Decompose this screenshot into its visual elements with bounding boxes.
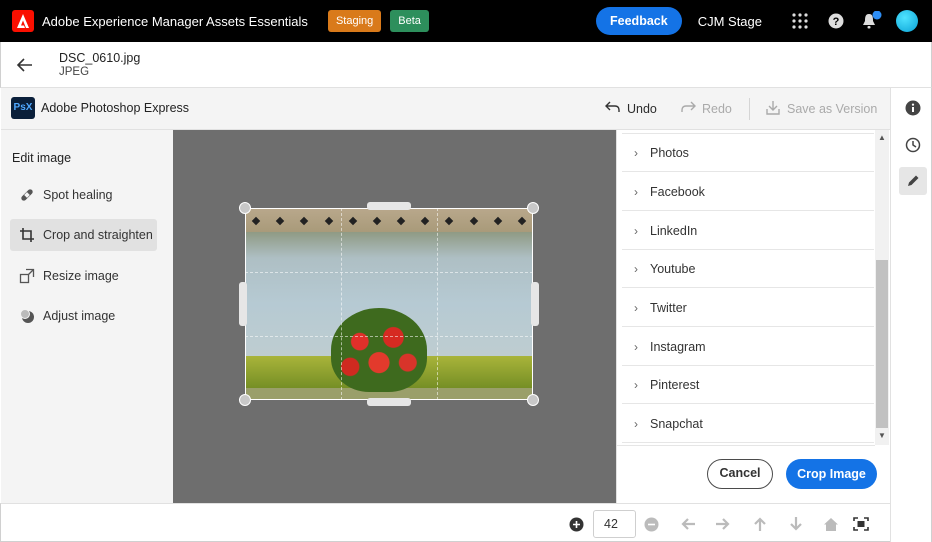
top-bar: Adobe Experience Manager Assets Essentia…: [0, 0, 932, 42]
canvas-controls: 42: [0, 503, 890, 542]
crop-image-button[interactable]: Crop Image: [786, 459, 877, 489]
preset-twitter[interactable]: › Twitter: [622, 289, 874, 327]
crop-handle-bottom-left[interactable]: [239, 394, 251, 406]
crop-area[interactable]: [239, 202, 539, 406]
preset-pinterest[interactable]: › Pinterest: [622, 366, 874, 404]
app-title: Adobe Experience Manager Assets Essentia…: [42, 13, 308, 29]
chevron-right-icon: ›: [634, 261, 638, 276]
editor-toolbar: PsX Adobe Photoshop Express Undo Redo Sa…: [1, 88, 890, 130]
help-icon[interactable]: ?: [818, 0, 854, 42]
app-grid-icon[interactable]: [782, 0, 818, 42]
arrow-down-icon[interactable]: [787, 515, 805, 533]
psx-logo-icon: PsX: [11, 97, 35, 119]
arrow-right-icon[interactable]: [714, 515, 732, 533]
cancel-button[interactable]: Cancel: [707, 459, 773, 489]
bandage-icon: [18, 186, 36, 204]
editor-title: Adobe Photoshop Express: [41, 101, 190, 115]
crop-handle-top-right[interactable]: [527, 202, 539, 214]
svg-text:?: ?: [833, 16, 840, 28]
scroll-up-icon[interactable]: ▲: [875, 132, 889, 144]
file-header: DSC_0610.jpg JPEG: [0, 42, 932, 88]
fit-screen-icon[interactable]: [852, 515, 870, 533]
file-name: DSC_0610.jpg: [59, 51, 141, 65]
chevron-right-icon: ›: [634, 223, 638, 238]
zoom-in-icon[interactable]: [567, 515, 585, 533]
scroll-thumb[interactable]: [876, 260, 888, 428]
crop-border: [245, 208, 533, 400]
chevron-right-icon: ›: [634, 145, 638, 160]
crop-presets-panel: › Photos › Facebook › LinkedIn › Youtube › Tw…: [616, 130, 890, 503]
crop-handle-top-left[interactable]: [239, 202, 251, 214]
info-icon[interactable]: [899, 94, 927, 122]
divider: [617, 445, 875, 446]
preset-photos[interactable]: › Photos: [622, 134, 874, 172]
undo-button[interactable]: Undo: [605, 100, 657, 117]
crop-handle-right[interactable]: [531, 282, 539, 326]
crop-handle-bottom-right[interactable]: [527, 394, 539, 406]
history-icon[interactable]: [899, 131, 927, 159]
chevron-right-icon: ›: [634, 416, 638, 431]
right-rail: [890, 88, 932, 542]
adjust-icon: [18, 307, 36, 325]
toolbar-divider: [749, 98, 750, 120]
staging-badge: Staging: [327, 10, 382, 32]
crop-and-straighten-item[interactable]: Crop and straighten: [10, 219, 157, 251]
avatar[interactable]: [896, 10, 918, 32]
chevron-right-icon: ›: [634, 339, 638, 354]
panel-title: Edit image: [12, 151, 72, 165]
edit-icon[interactable]: [899, 167, 927, 195]
redo-icon: [680, 100, 696, 117]
edit-image-panel: Edit image Spot healing Crop and straigh…: [1, 130, 173, 503]
feedback-button[interactable]: Feedback: [596, 7, 682, 35]
save-as-version-button[interactable]: Save as Version: [765, 100, 877, 118]
chevron-right-icon: ›: [634, 377, 638, 392]
chevron-right-icon: ›: [634, 184, 638, 199]
redo-button[interactable]: Redo: [680, 100, 732, 117]
arrow-left-icon[interactable]: [679, 515, 697, 533]
zoom-out-icon[interactable]: [642, 515, 660, 533]
resize-icon: [18, 267, 36, 285]
home-icon[interactable]: [822, 515, 840, 533]
adobe-logo-icon[interactable]: [6, 0, 40, 42]
arrow-up-icon[interactable]: [751, 515, 769, 533]
crop-handle-top[interactable]: [367, 202, 411, 210]
scroll-down-icon[interactable]: ▼: [875, 430, 889, 442]
beta-badge: Beta: [390, 10, 429, 32]
preset-instagram[interactable]: › Instagram: [622, 328, 874, 366]
bell-icon[interactable]: [854, 0, 890, 42]
org-switcher[interactable]: CJM Stage: [698, 14, 762, 29]
image-canvas[interactable]: [173, 130, 616, 503]
adjust-image-item[interactable]: Adjust image: [10, 300, 157, 332]
preset-linkedin[interactable]: › LinkedIn: [622, 212, 874, 250]
crop-handle-bottom[interactable]: [367, 398, 411, 406]
preset-youtube[interactable]: › Youtube: [622, 250, 874, 288]
preset-scrollbar[interactable]: ▲ ▼: [875, 130, 889, 445]
save-version-icon: [765, 100, 781, 118]
file-type: JPEG: [59, 66, 90, 78]
crop-icon: [18, 226, 36, 244]
preset-snapchat[interactable]: › Snapchat: [622, 405, 874, 443]
back-arrow-icon[interactable]: [15, 55, 35, 78]
resize-image-item[interactable]: Resize image: [10, 260, 157, 292]
spot-healing-item[interactable]: Spot healing: [10, 179, 157, 211]
crop-handle-left[interactable]: [239, 282, 247, 326]
preset-facebook[interactable]: › Facebook: [622, 173, 874, 211]
zoom-level-input[interactable]: 42: [593, 510, 636, 538]
preset-list: › Photos › Facebook › LinkedIn › Youtube › Tw…: [617, 130, 875, 445]
chevron-right-icon: ›: [634, 300, 638, 315]
undo-icon: [605, 100, 621, 117]
